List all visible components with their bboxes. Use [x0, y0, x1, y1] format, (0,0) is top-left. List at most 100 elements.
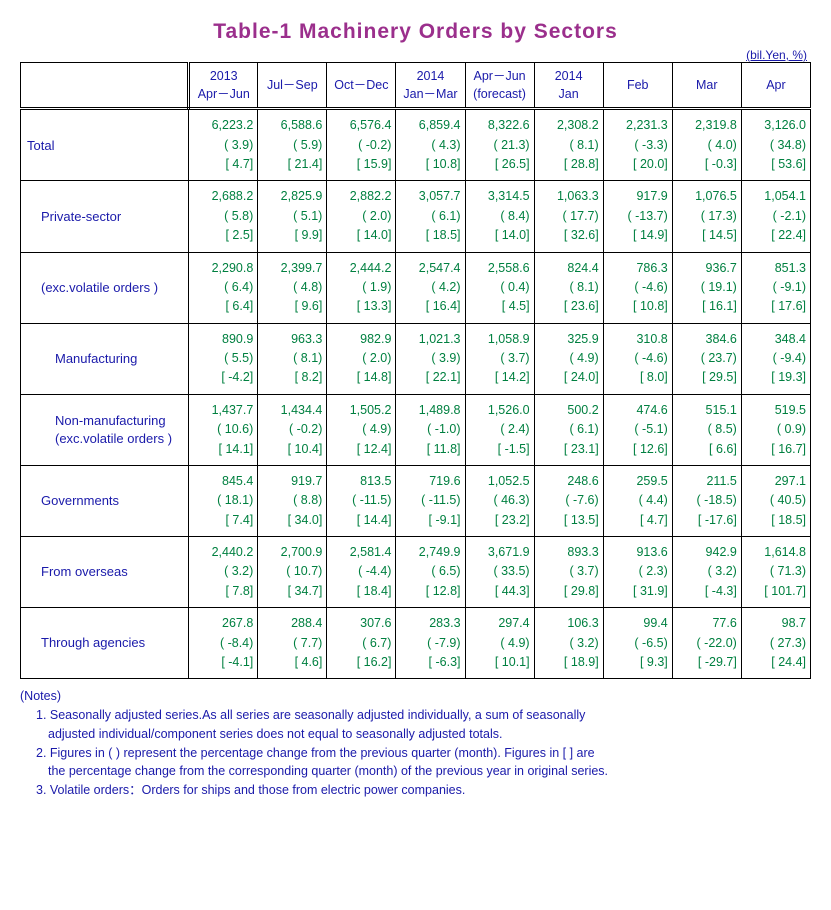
- cell-gov-3: 719.6( -11.5)[ -9.1]: [396, 465, 465, 536]
- cell-private-2: 2,882.2( 2.0)[ 14.0]: [327, 181, 396, 252]
- row-label-excvol: (exc.volatile orders ): [21, 252, 189, 323]
- cell-excvol-0: 2,290.8( 6.4)[ 6.4]: [189, 252, 258, 323]
- cell-mfg-5: 325.9( 4.9)[ 24.0]: [534, 323, 603, 394]
- cell-excvol-4: 2,558.6( 0.4)[ 4.5]: [465, 252, 534, 323]
- table-row: Private-sector2,688.2( 5.8)[ 2.5]2,825.9…: [21, 181, 811, 252]
- cell-total-2: 6,576.4( -0.2)[ 15.9]: [327, 109, 396, 181]
- orders-table: 2013Apr－Jun Jul－Sep Oct－Dec 2014Jan－Mar …: [20, 62, 811, 679]
- cell-overseas-6: 913.6( 2.3)[ 31.9]: [603, 537, 672, 608]
- cell-nonmfg-1: 1,434.4( -0.2)[ 10.4]: [258, 394, 327, 465]
- cell-total-4: 8,322.6( 21.3)[ 26.5]: [465, 109, 534, 181]
- col-jul-sep: Jul－Sep: [258, 63, 327, 109]
- cell-mfg-2: 982.9( 2.0)[ 14.8]: [327, 323, 396, 394]
- col-2014-jan: 2014Jan: [534, 63, 603, 109]
- cell-private-1: 2,825.9( 5.1)[ 9.9]: [258, 181, 327, 252]
- cell-private-0: 2,688.2( 5.8)[ 2.5]: [189, 181, 258, 252]
- cell-nonmfg-7: 515.1( 8.5)[ 6.6]: [672, 394, 741, 465]
- cell-total-3: 6,859.4( 4.3)[ 10.8]: [396, 109, 465, 181]
- cell-overseas-5: 893.3( 3.7)[ 29.8]: [534, 537, 603, 608]
- cell-gov-8: 297.1( 40.5)[ 18.5]: [741, 465, 810, 536]
- row-label-total: Total: [21, 109, 189, 181]
- note-1b: adjusted individual/component series doe…: [48, 725, 811, 744]
- cell-total-7: 2,319.8( 4.0)[ -0.3]: [672, 109, 741, 181]
- cell-gov-5: 248.6( -7.6)[ 13.5]: [534, 465, 603, 536]
- cell-nonmfg-3: 1,489.8( -1.0)[ 11.8]: [396, 394, 465, 465]
- cell-excvol-1: 2,399.7( 4.8)[ 9.6]: [258, 252, 327, 323]
- row-label-gov: Governments: [21, 465, 189, 536]
- unit-label: (bil.Yen, %): [20, 48, 807, 62]
- table-row: Governments845.4( 18.1)[ 7.4]919.7( 8.8)…: [21, 465, 811, 536]
- cell-nonmfg-0: 1,437.7( 10.6)[ 14.1]: [189, 394, 258, 465]
- cell-overseas-4: 3,671.9( 33.5)[ 44.3]: [465, 537, 534, 608]
- table-row: (exc.volatile orders )2,290.8( 6.4)[ 6.4…: [21, 252, 811, 323]
- cell-overseas-1: 2,700.9( 10.7)[ 34.7]: [258, 537, 327, 608]
- cell-excvol-8: 851.3( -9.1)[ 17.6]: [741, 252, 810, 323]
- table-row: From overseas2,440.2( 3.2)[ 7.8]2,700.9(…: [21, 537, 811, 608]
- cell-mfg-8: 348.4( -9.4)[ 19.3]: [741, 323, 810, 394]
- cell-mfg-4: 1,058.9( 3.7)[ 14.2]: [465, 323, 534, 394]
- cell-nonmfg-6: 474.6( -5.1)[ 12.6]: [603, 394, 672, 465]
- cell-total-8: 3,126.0( 34.8)[ 53.6]: [741, 109, 810, 181]
- cell-overseas-8: 1,614.8( 71.3)[ 101.7]: [741, 537, 810, 608]
- cell-nonmfg-5: 500.2( 6.1)[ 23.1]: [534, 394, 603, 465]
- col-mar: Mar: [672, 63, 741, 109]
- cell-agencies-4: 297.4( 4.9)[ 10.1]: [465, 608, 534, 679]
- cell-overseas-2: 2,581.4( -4.4)[ 18.4]: [327, 537, 396, 608]
- cell-overseas-0: 2,440.2( 3.2)[ 7.8]: [189, 537, 258, 608]
- col-2014-jan-mar: 2014Jan－Mar: [396, 63, 465, 109]
- cell-private-5: 1,063.3( 17.7)[ 32.6]: [534, 181, 603, 252]
- cell-gov-0: 845.4( 18.1)[ 7.4]: [189, 465, 258, 536]
- cell-private-3: 3,057.7( 6.1)[ 18.5]: [396, 181, 465, 252]
- cell-nonmfg-2: 1,505.2( 4.9)[ 12.4]: [327, 394, 396, 465]
- cell-excvol-7: 936.7( 19.1)[ 16.1]: [672, 252, 741, 323]
- cell-agencies-8: 98.7( 27.3)[ 24.4]: [741, 608, 810, 679]
- cell-mfg-1: 963.3( 8.1)[ 8.2]: [258, 323, 327, 394]
- cell-gov-4: 1,052.5( 46.3)[ 23.2]: [465, 465, 534, 536]
- cell-overseas-3: 2,749.9( 6.5)[ 12.8]: [396, 537, 465, 608]
- note-2b: the percentage change from the correspon…: [48, 762, 811, 781]
- cell-agencies-1: 288.4( 7.7)[ 4.6]: [258, 608, 327, 679]
- page-title: Table-1 Machinery Orders by Sectors: [20, 20, 811, 44]
- notes-head: (Notes): [20, 687, 811, 706]
- cell-private-7: 1,076.5( 17.3)[ 14.5]: [672, 181, 741, 252]
- cell-excvol-6: 786.3( -4.6)[ 10.8]: [603, 252, 672, 323]
- notes-block: (Notes) 1. Seasonally adjusted series.As…: [20, 687, 811, 800]
- col-2013-apr-jun: 2013Apr－Jun: [189, 63, 258, 109]
- cell-private-6: 917.9( -13.7)[ 14.9]: [603, 181, 672, 252]
- note-1a: 1. Seasonally adjusted series.As all ser…: [36, 706, 811, 725]
- note-3: 3. Volatile orders：Orders for ships and …: [36, 781, 811, 800]
- col-oct-dec: Oct－Dec: [327, 63, 396, 109]
- table-header-row: 2013Apr－Jun Jul－Sep Oct－Dec 2014Jan－Mar …: [21, 63, 811, 109]
- row-label-private: Private-sector: [21, 181, 189, 252]
- cell-gov-2: 813.5( -11.5)[ 14.4]: [327, 465, 396, 536]
- cell-total-1: 6,588.6( 5.9)[ 21.4]: [258, 109, 327, 181]
- note-2a: 2. Figures in ( ) represent the percenta…: [36, 744, 811, 763]
- cell-mfg-3: 1,021.3( 3.9)[ 22.1]: [396, 323, 465, 394]
- cell-overseas-7: 942.9( 3.2)[ -4.3]: [672, 537, 741, 608]
- row-label-nonmfg: Non-manufacturing(exc.volatile orders ): [21, 394, 189, 465]
- table-row: Non-manufacturing(exc.volatile orders )1…: [21, 394, 811, 465]
- col-apr-jun-forecast: Apr－Jun(forecast): [465, 63, 534, 109]
- cell-agencies-6: 99.4( -6.5)[ 9.3]: [603, 608, 672, 679]
- table-row: Manufacturing890.9( 5.5)[ -4.2]963.3( 8.…: [21, 323, 811, 394]
- cell-mfg-0: 890.9( 5.5)[ -4.2]: [189, 323, 258, 394]
- table-row: Through agencies267.8( -8.4)[ -4.1]288.4…: [21, 608, 811, 679]
- row-label-mfg: Manufacturing: [21, 323, 189, 394]
- cell-mfg-7: 384.6( 23.7)[ 29.5]: [672, 323, 741, 394]
- header-blank: [21, 63, 189, 109]
- cell-total-0: 6,223.2( 3.9)[ 4.7]: [189, 109, 258, 181]
- cell-gov-7: 211.5( -18.5)[ -17.6]: [672, 465, 741, 536]
- cell-agencies-0: 267.8( -8.4)[ -4.1]: [189, 608, 258, 679]
- cell-nonmfg-4: 1,526.0( 2.4)[ -1.5]: [465, 394, 534, 465]
- cell-nonmfg-8: 519.5( 0.9)[ 16.7]: [741, 394, 810, 465]
- row-label-overseas: From overseas: [21, 537, 189, 608]
- cell-excvol-2: 2,444.2( 1.9)[ 13.3]: [327, 252, 396, 323]
- cell-agencies-2: 307.6( 6.7)[ 16.2]: [327, 608, 396, 679]
- cell-gov-6: 259.5( 4.4)[ 4.7]: [603, 465, 672, 536]
- cell-excvol-3: 2,547.4( 4.2)[ 16.4]: [396, 252, 465, 323]
- cell-total-6: 2,231.3( -3.3)[ 20.0]: [603, 109, 672, 181]
- cell-agencies-7: 77.6( -22.0)[ -29.7]: [672, 608, 741, 679]
- cell-mfg-6: 310.8( -4.6)[ 8.0]: [603, 323, 672, 394]
- row-label-agencies: Through agencies: [21, 608, 189, 679]
- cell-private-4: 3,314.5( 8.4)[ 14.0]: [465, 181, 534, 252]
